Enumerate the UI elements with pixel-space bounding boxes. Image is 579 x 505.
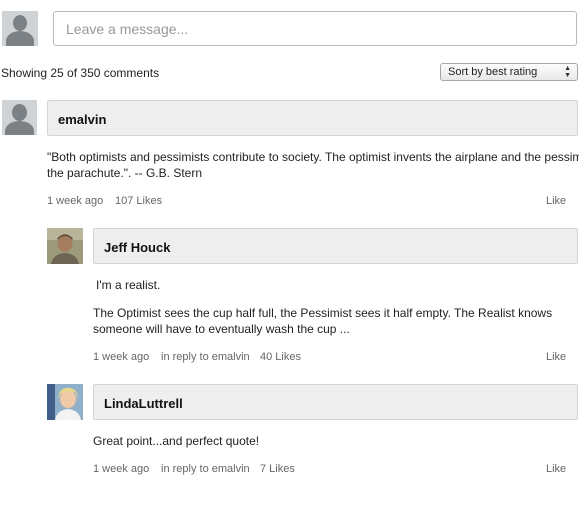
comment-timestamp[interactable]: 1 week ago — [93, 463, 149, 475]
comment-like-count: 40 Likes — [260, 351, 301, 363]
author-avatar[interactable] — [2, 100, 37, 135]
author-avatar[interactable] — [47, 384, 83, 420]
comment-timestamp[interactable]: 1 week ago — [47, 195, 103, 207]
comment-text-line: someone will have to eventually wash the… — [93, 322, 350, 336]
comment-text: I'm a realist. — [96, 278, 161, 292]
comment-author-name[interactable]: LindaLuttrell — [93, 384, 578, 420]
like-button[interactable]: Like — [546, 195, 566, 207]
current-user-avatar — [2, 11, 38, 46]
select-arrows-icon: ▲ ▼ — [564, 65, 571, 79]
author-avatar[interactable] — [47, 228, 83, 264]
comment-like-count: 107 Likes — [115, 195, 163, 207]
comment-author-name[interactable]: emalvin — [47, 100, 578, 136]
sort-select-label: Sort by best rating — [448, 66, 538, 78]
comment-count-text: Showing 25 of 350 comments — [1, 66, 160, 80]
comment-like-count: 7 Likes — [260, 463, 295, 475]
comment-text: "Both optimists and pessimists contribut… — [47, 149, 579, 181]
comment-text-line: the parachute.". -- G.B. Stern — [47, 166, 202, 180]
comment-text: Great point...and perfect quote! — [93, 434, 260, 448]
comment-author-name[interactable]: Jeff Houck — [93, 228, 578, 264]
in-reply-to-link[interactable]: in reply to emalvin — [161, 351, 250, 363]
comment-text-line: The Optimist sees the cup half full, the… — [93, 306, 553, 320]
comment-text-line: "Both optimists and pessimists contribut… — [47, 150, 579, 164]
in-reply-to-link[interactable]: in reply to emalvin — [161, 463, 250, 475]
comment-text: The Optimist sees the cup half full, the… — [93, 305, 578, 337]
sort-select[interactable]: Sort by best rating ▲ ▼ — [440, 63, 578, 81]
like-button[interactable]: Like — [546, 351, 566, 363]
message-input[interactable] — [53, 11, 577, 46]
like-button[interactable]: Like — [546, 463, 566, 475]
comment-timestamp[interactable]: 1 week ago — [93, 351, 149, 363]
